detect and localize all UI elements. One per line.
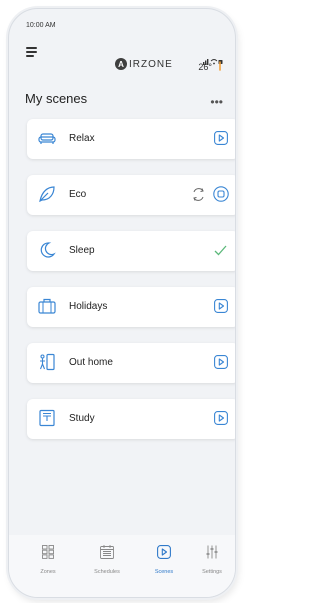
stop-button[interactable] bbox=[213, 186, 229, 202]
tab-label: Zones bbox=[40, 569, 56, 575]
brand-logo: A bbox=[115, 58, 127, 70]
scene-label: Relax bbox=[69, 133, 95, 144]
play-button[interactable] bbox=[214, 131, 228, 145]
scene-card-eco[interactable]: Eco bbox=[27, 175, 235, 215]
leaf-icon bbox=[39, 186, 55, 203]
more-options-icon[interactable]: ••• bbox=[210, 95, 223, 109]
brand-name: IRZONE bbox=[129, 58, 173, 70]
book-icon bbox=[39, 409, 55, 427]
scene-card-sleep[interactable]: Sleep bbox=[27, 231, 235, 271]
scene-label: Holidays bbox=[69, 301, 108, 312]
tab-zones[interactable]: Zones bbox=[28, 545, 68, 575]
tab-label: Settings bbox=[202, 569, 222, 575]
bottom-tab-bar: Zones Schedules Scenes Settings bbox=[9, 535, 235, 597]
calendar-icon bbox=[100, 545, 114, 559]
page-title: My scenes bbox=[25, 91, 88, 106]
menu-icon[interactable] bbox=[26, 47, 37, 59]
play-icon bbox=[157, 545, 171, 559]
sofa-icon bbox=[38, 133, 56, 144]
check-icon bbox=[214, 245, 227, 256]
scene-card-holidays[interactable]: Holidays bbox=[27, 287, 235, 327]
moon-icon bbox=[40, 242, 56, 258]
tab-scenes[interactable]: Scenes bbox=[144, 545, 184, 575]
play-button[interactable] bbox=[214, 299, 228, 313]
scene-label: Eco bbox=[69, 189, 87, 200]
scene-label: Sleep bbox=[69, 245, 95, 256]
brand: A IRZONE bbox=[115, 58, 173, 70]
tab-schedules[interactable]: Schedules bbox=[87, 545, 127, 575]
scene-card-out-home[interactable]: Out home bbox=[27, 343, 235, 383]
scene-label: Study bbox=[69, 413, 95, 424]
sun-icon bbox=[219, 61, 221, 71]
grid-icon bbox=[42, 545, 54, 559]
phone-frame: 10:00 AM A IRZONE 26° My scenes ••• Rela… bbox=[8, 8, 236, 598]
header: A IRZONE 26° bbox=[9, 31, 235, 72]
suitcase-icon bbox=[38, 298, 56, 314]
tab-label: Schedules bbox=[94, 569, 120, 575]
refresh-icon bbox=[193, 188, 204, 201]
scene-label: Out home bbox=[69, 357, 113, 368]
temperature-readout: 26° bbox=[198, 62, 212, 72]
tab-settings[interactable]: Settings bbox=[192, 545, 232, 575]
tab-label: Scenes bbox=[154, 569, 174, 575]
scene-card-relax[interactable]: Relax bbox=[27, 119, 235, 159]
status-time: 10:00 AM bbox=[26, 22, 56, 29]
door-exit-icon bbox=[39, 353, 55, 371]
sliders-icon bbox=[206, 545, 218, 559]
play-button[interactable] bbox=[214, 411, 228, 425]
status-bar: 10:00 AM bbox=[9, 9, 235, 31]
scene-card-study[interactable]: Study bbox=[27, 399, 235, 439]
play-button[interactable] bbox=[214, 355, 228, 369]
